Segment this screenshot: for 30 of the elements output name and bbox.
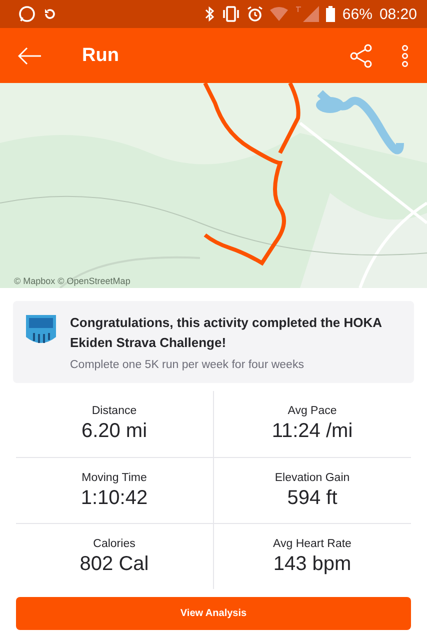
stat-value: 802 Cal [80,552,149,576]
clock: 08:20 [379,6,417,22]
chat-icon [18,5,36,23]
share-icon[interactable] [349,44,373,68]
sync-icon [43,7,57,21]
stat-label: Avg Heart Rate [273,538,352,550]
stat-value: 11:24 /mi [272,420,353,443]
view-analysis-button[interactable]: View Analysis [16,597,411,630]
more-icon[interactable] [401,44,409,66]
stat-value: 6.20 mi [81,420,148,443]
back-icon[interactable] [18,46,42,64]
stat-label: Calories [93,538,136,550]
stat-value: 143 bpm [273,552,352,576]
vibrate-icon [222,6,240,22]
stat-label: Avg Pace [288,405,337,417]
battery-level: 66% [342,6,372,22]
screen-title: Run [82,44,120,66]
challenge-description: Complete one 5K run per week for four weeks [70,359,305,371]
battery-icon [326,6,336,22]
alarm-icon [247,6,264,22]
stat-label: Moving Time [82,472,147,484]
challenge-title: Congratulations, this activity completed the HOKA Ekiden Strava Challenge! [70,314,383,352]
stat-value: 1:10:42 [80,486,148,510]
map-attribution: © Mapbox © OpenStreetMap [14,276,130,286]
signal-icon [295,6,320,22]
stat-value: 594 ft [287,486,338,510]
wifi-icon [270,7,288,21]
stat-label: Elevation Gain [274,472,350,484]
bluetooth-icon [205,6,216,22]
stat-label: Distance [92,405,137,417]
